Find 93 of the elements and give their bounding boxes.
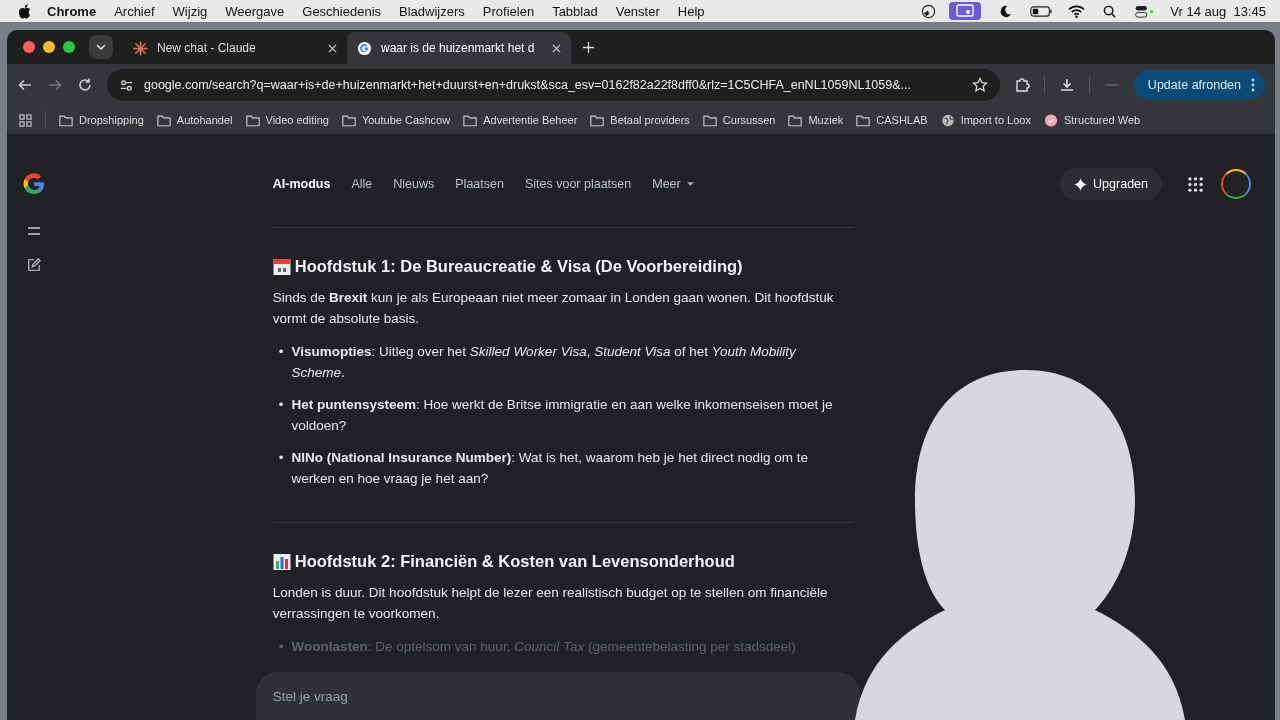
bookmark-item[interactable]: Dropshipping: [59, 113, 144, 127]
bullet-text: NINo (National Insurance Number): Wat is het, waarom heb je het direct nodig om te werken en hoe vraag je het aan?: [291, 449, 809, 488]
more-vertical-icon[interactable]: [1251, 78, 1255, 92]
bullet-marker: •: [278, 396, 284, 414]
question-field[interactable]: Stel je vraag: [255, 672, 860, 720]
search-tab[interactable]: Meer: [652, 177, 694, 191]
close-icon[interactable]: [552, 43, 561, 53]
paragraph-text: Sinds de Brexit kun je als Europeaan niet meer zomaar in Londen gaan wonen. Dit hoofdstuk vormt de absolute basis.: [272, 289, 835, 328]
bullet-marker: •: [278, 449, 284, 467]
close-window-button[interactable]: [23, 41, 35, 53]
folder-icon: [156, 113, 171, 127]
close-icon[interactable]: [328, 43, 337, 53]
app-menu[interactable]: Chrome: [47, 3, 97, 19]
reload-icon[interactable]: [77, 77, 93, 93]
search-tab[interactable]: Sites voor plaatsen: [524, 177, 632, 191]
chevron-down-icon: [96, 44, 106, 50]
menu-item[interactable]: Bladwijzers: [399, 3, 465, 19]
forward-arrow-icon[interactable]: [47, 77, 63, 93]
bookmark-item[interactable]: Video editing: [245, 113, 329, 127]
edit-icon[interactable]: [26, 258, 41, 272]
address-bar[interactable]: google.com/search?q=waar+is+de+huizenmarkt+het+duurst+en+drukst&sca_esv=0162f82a22f8dff0&rlz=1C5CHFA_enNL1059NL1059&...: [107, 69, 1000, 101]
tab-title: waar is de huizenmarkt het d: [381, 41, 536, 55]
bullet-marker: •: [278, 343, 284, 361]
menu-item[interactable]: Profielen: [482, 3, 535, 19]
folder-icon: [245, 113, 260, 127]
back-arrow-icon[interactable]: [17, 77, 33, 93]
menu-icon[interactable]: [26, 224, 41, 238]
bookmark-item[interactable]: Import to Loox: [940, 113, 1031, 127]
browser-tab[interactable]: waar is de huizenmarkt het d: [347, 32, 571, 64]
bullet-text: Het puntensysteem: Hoe werkt de Britse immigratie en aan welke inkomenseisen moet je voldoen?: [291, 396, 834, 435]
search-tab[interactable]: AI-modus: [272, 177, 331, 191]
g-logo-icon: [357, 40, 372, 56]
search-tab[interactable]: Alle: [351, 177, 373, 191]
search-tab[interactable]: Plaatsen: [455, 177, 504, 191]
new-tab-icon[interactable]: [583, 41, 594, 53]
folder-icon: [463, 113, 478, 127]
globe-icon: [940, 113, 955, 127]
wifi-icon[interactable]: [1068, 3, 1086, 19]
screen-share-icon[interactable]: [949, 2, 982, 20]
tab-title: New chat - Claude: [157, 41, 257, 55]
folder-icon: [590, 113, 605, 127]
menu-item[interactable]: Help: [677, 3, 705, 19]
bookmark-item[interactable]: Autohandel: [156, 113, 233, 127]
bullet-marker: •: [278, 638, 284, 656]
section-heading: Hoofdstuk 2: Financiën & Kosten van Levensonderhoud: [272, 551, 853, 572]
tab-search-button[interactable]: [89, 35, 113, 59]
download-icon[interactable]: [1058, 77, 1075, 93]
globe-icon[interactable]: [920, 3, 938, 19]
star-icon[interactable]: [971, 77, 988, 93]
battery-icon[interactable]: [1030, 3, 1053, 19]
menu-item[interactable]: Wijzig: [172, 3, 208, 19]
bookmark-item[interactable]: Betaal providers: [590, 113, 690, 127]
folder-icon: [341, 113, 356, 127]
section-heading: Hoofdstuk 1: De Bureaucreatie & Visa (De Voorbereiding): [272, 256, 853, 277]
starburst-icon: [133, 40, 148, 56]
menu-item[interactable]: Weergave: [225, 3, 285, 19]
bookmark-item[interactable]: Muziek: [788, 113, 844, 127]
g-logo-icon[interactable]: [21, 172, 46, 196]
menu-item[interactable]: Venster: [615, 3, 660, 19]
bookmark-item[interactable]: Cursussen: [702, 113, 776, 127]
upgrade-button[interactable]: Upgraden: [1060, 168, 1162, 200]
check-badge-icon: [1043, 113, 1058, 127]
caret-icon: [686, 182, 694, 186]
bar-chart-icon: [272, 552, 291, 571]
menu-item[interactable]: Tabblad: [552, 3, 598, 19]
puzzle-icon[interactable]: [1013, 77, 1030, 93]
bullet-text: Visumopties: Uitleg over het Skilled Worker Visa, Student Visa of het Youth Mobility Scheme.: [291, 343, 797, 382]
browser-tab[interactable]: New chat - Claude: [123, 32, 347, 64]
folder-icon: [788, 113, 803, 127]
search-tab[interactable]: Nieuws: [393, 177, 435, 191]
account-avatar[interactable]: [1221, 169, 1251, 199]
update-button[interactable]: Update afronden: [1133, 70, 1265, 100]
apps-grid-icon[interactable]: [1188, 176, 1203, 192]
menu-item[interactable]: Archief: [114, 3, 155, 19]
calendar-icon: [272, 257, 291, 276]
sparkle-icon: [1074, 177, 1088, 191]
folder-icon: [702, 113, 717, 127]
url-text: google.com/search?q=waar+is+de+huizenmarkt+het+duurst+en+drukst&sca_esv=0162f82a22f8dff0&rlz=1C5CHFA_enNL1059NL1059&...: [144, 78, 912, 92]
bookmark-item[interactable]: CASHLAB: [856, 113, 928, 127]
bookmark-item[interactable]: Structured Web: [1043, 113, 1141, 127]
apple-icon[interactable]: [18, 3, 31, 19]
zoom-window-button[interactable]: [63, 41, 75, 53]
bookmark-item[interactable]: Youtube Cashcow: [341, 113, 451, 127]
search-icon[interactable]: [1101, 3, 1119, 19]
paragraph-text: Londen is duur. Dit hoofdstuk helpt de lezer een realistisch budget op te stellen om financiële verrassingen te voorkomen.: [272, 584, 829, 623]
bullet-text: Woonlasten: De optelsom van huur, Council Tax (gemeentebelasting per stadsdeel): [291, 638, 797, 656]
clock-text: Vr 14 aug 13:45: [1170, 3, 1266, 19]
menu-item[interactable]: Geschiedenis: [302, 3, 382, 19]
folder-icon: [856, 113, 871, 127]
folder-icon: [59, 113, 73, 127]
minimize-window-button[interactable]: [43, 41, 55, 53]
bookmark-item[interactable]: Advertentie Beheer: [463, 113, 578, 127]
site-settings-icon[interactable]: [119, 77, 134, 93]
